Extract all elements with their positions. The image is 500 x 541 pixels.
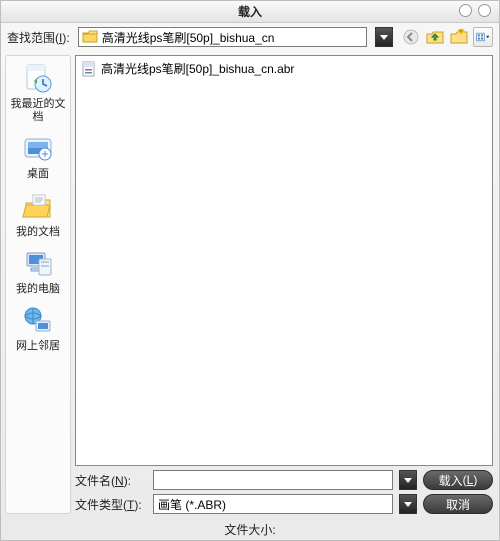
filetype-row: 文件类型(T): 取消 [75,494,493,514]
recent-docs-icon [21,62,55,96]
filename-row: 文件名(N): 载入(L) [75,470,493,490]
sidebar-item-desktop[interactable]: 桌面 [21,132,55,181]
sidebar-item-label: 我最近的文档 [8,98,68,124]
look-in-combo[interactable]: 高清光线ps笔刷[50p]_bishua_cn [78,27,367,47]
body: 我最近的文档 桌面 我的文档 我的电脑 [1,51,499,518]
toolbar: 查找范围(I): 高清光线ps笔刷[50p]_bishua_cn [1,23,499,51]
back-icon[interactable] [401,27,421,47]
mydocs-icon [21,190,55,224]
look-in-label: 查找范围(I): [7,29,70,46]
filename-combo[interactable] [153,470,393,490]
main-column: 高清光线ps笔刷[50p]_bishua_cn.abr 文件名(N): 载入(L… [75,55,493,514]
up-one-level-icon[interactable] [425,27,445,47]
view-menu-button[interactable] [473,27,493,47]
filetype-combo[interactable] [153,494,393,514]
file-name: 高清光线ps笔刷[50p]_bishua_cn.abr [101,60,294,77]
titlebar: 载入 [1,1,499,23]
sidebar-item-recent[interactable]: 我最近的文档 [8,62,68,124]
cancel-button[interactable]: 取消 [423,494,493,514]
places-sidebar: 我最近的文档 桌面 我的文档 我的电脑 [5,55,71,514]
filesize-label: 文件大小: [224,521,275,538]
look-in-dropdown-button[interactable] [375,27,393,47]
folder-icon [82,30,98,44]
window-controls [459,4,491,17]
sidebar-item-label: 桌面 [27,168,49,181]
desktop-icon [21,132,55,166]
filename-dropdown-button[interactable] [399,470,417,490]
minimize-icon[interactable] [459,4,472,17]
toolbar-icons [397,27,493,47]
abr-file-icon [81,61,97,77]
sidebar-item-mypc[interactable]: 我的电脑 [16,247,60,296]
load-button[interactable]: 载入(L) [423,470,493,490]
sidebar-item-label: 网上邻居 [16,340,60,353]
bottom-rows: 文件名(N): 载入(L) 文件类型(T): [75,470,493,514]
filename-label: 文件名(N): [75,472,147,489]
filetype-dropdown-button[interactable] [399,494,417,514]
filename-input[interactable] [154,471,392,489]
sidebar-item-mydocs[interactable]: 我的文档 [16,190,60,239]
file-dialog: 载入 查找范围(I): 高清光线ps笔刷[50p]_bishua_cn [0,0,500,541]
filetype-input[interactable] [154,495,392,513]
window-title: 载入 [238,3,262,20]
list-item[interactable]: 高清光线ps笔刷[50p]_bishua_cn.abr [79,59,489,78]
sidebar-item-label: 我的文档 [16,226,60,239]
filetype-label: 文件类型(T): [75,496,147,513]
network-icon [21,304,55,338]
new-folder-icon[interactable] [449,27,469,47]
mypc-icon [21,247,55,281]
look-in-text: 高清光线ps笔刷[50p]_bishua_cn [102,29,363,46]
close-icon[interactable] [478,4,491,17]
sidebar-item-label: 我的电脑 [16,283,60,296]
sidebar-item-network[interactable]: 网上邻居 [16,304,60,353]
filesize-row: 文件大小: [1,518,499,540]
file-list[interactable]: 高清光线ps笔刷[50p]_bishua_cn.abr [75,55,493,466]
